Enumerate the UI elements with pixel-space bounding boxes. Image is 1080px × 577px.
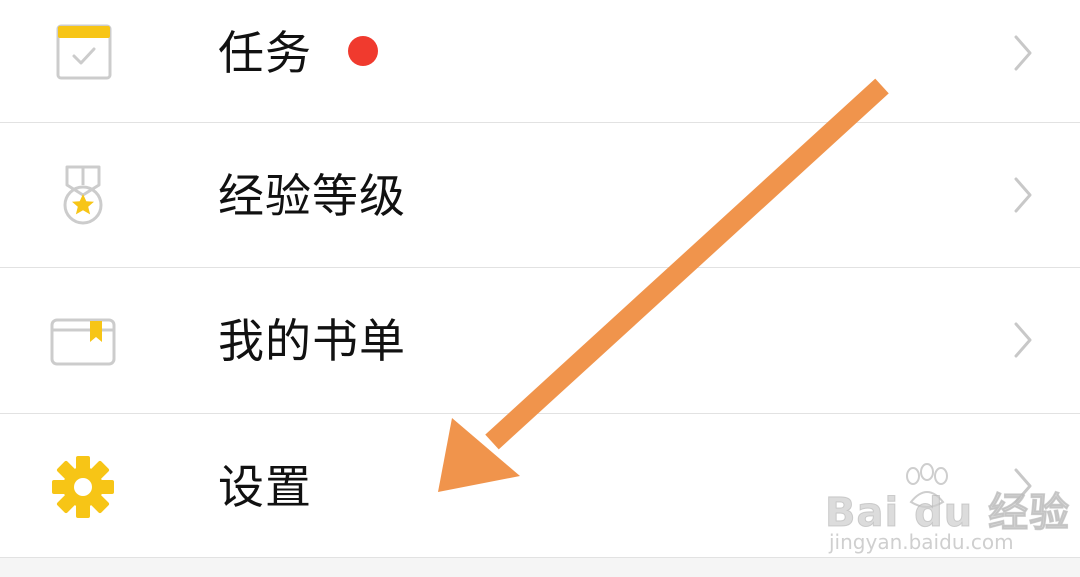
calendar-check-icon xyxy=(50,22,116,88)
baidu-jingyan-watermark: Bai du 经验 jingyan.baidu.com xyxy=(824,458,1070,558)
menu-item-my-booklist[interactable]: 我的书单 xyxy=(0,268,1080,413)
chevron-right-icon xyxy=(1010,175,1036,215)
menu-item-label: 任务 xyxy=(218,26,312,80)
menu-item-label: 我的书单 xyxy=(218,314,406,368)
menu-item-tasks[interactable]: 任务 xyxy=(0,0,1080,122)
chevron-right-icon xyxy=(1010,320,1036,360)
bookmark-card-icon xyxy=(50,308,116,374)
screen: 任务 经验等级 我的书单 设置 Bai du 经验 jingyan.baidu.… xyxy=(0,0,1080,577)
menu-item-experience-level[interactable]: 经验等级 xyxy=(0,123,1080,268)
medal-star-icon xyxy=(50,163,116,229)
watermark-url: jingyan.baidu.com xyxy=(829,530,1014,554)
chevron-right-icon xyxy=(1010,33,1036,73)
menu-item-label: 经验等级 xyxy=(218,169,406,223)
notification-badge xyxy=(348,36,378,66)
gear-icon xyxy=(50,454,116,520)
menu-item-label: 设置 xyxy=(218,460,312,514)
